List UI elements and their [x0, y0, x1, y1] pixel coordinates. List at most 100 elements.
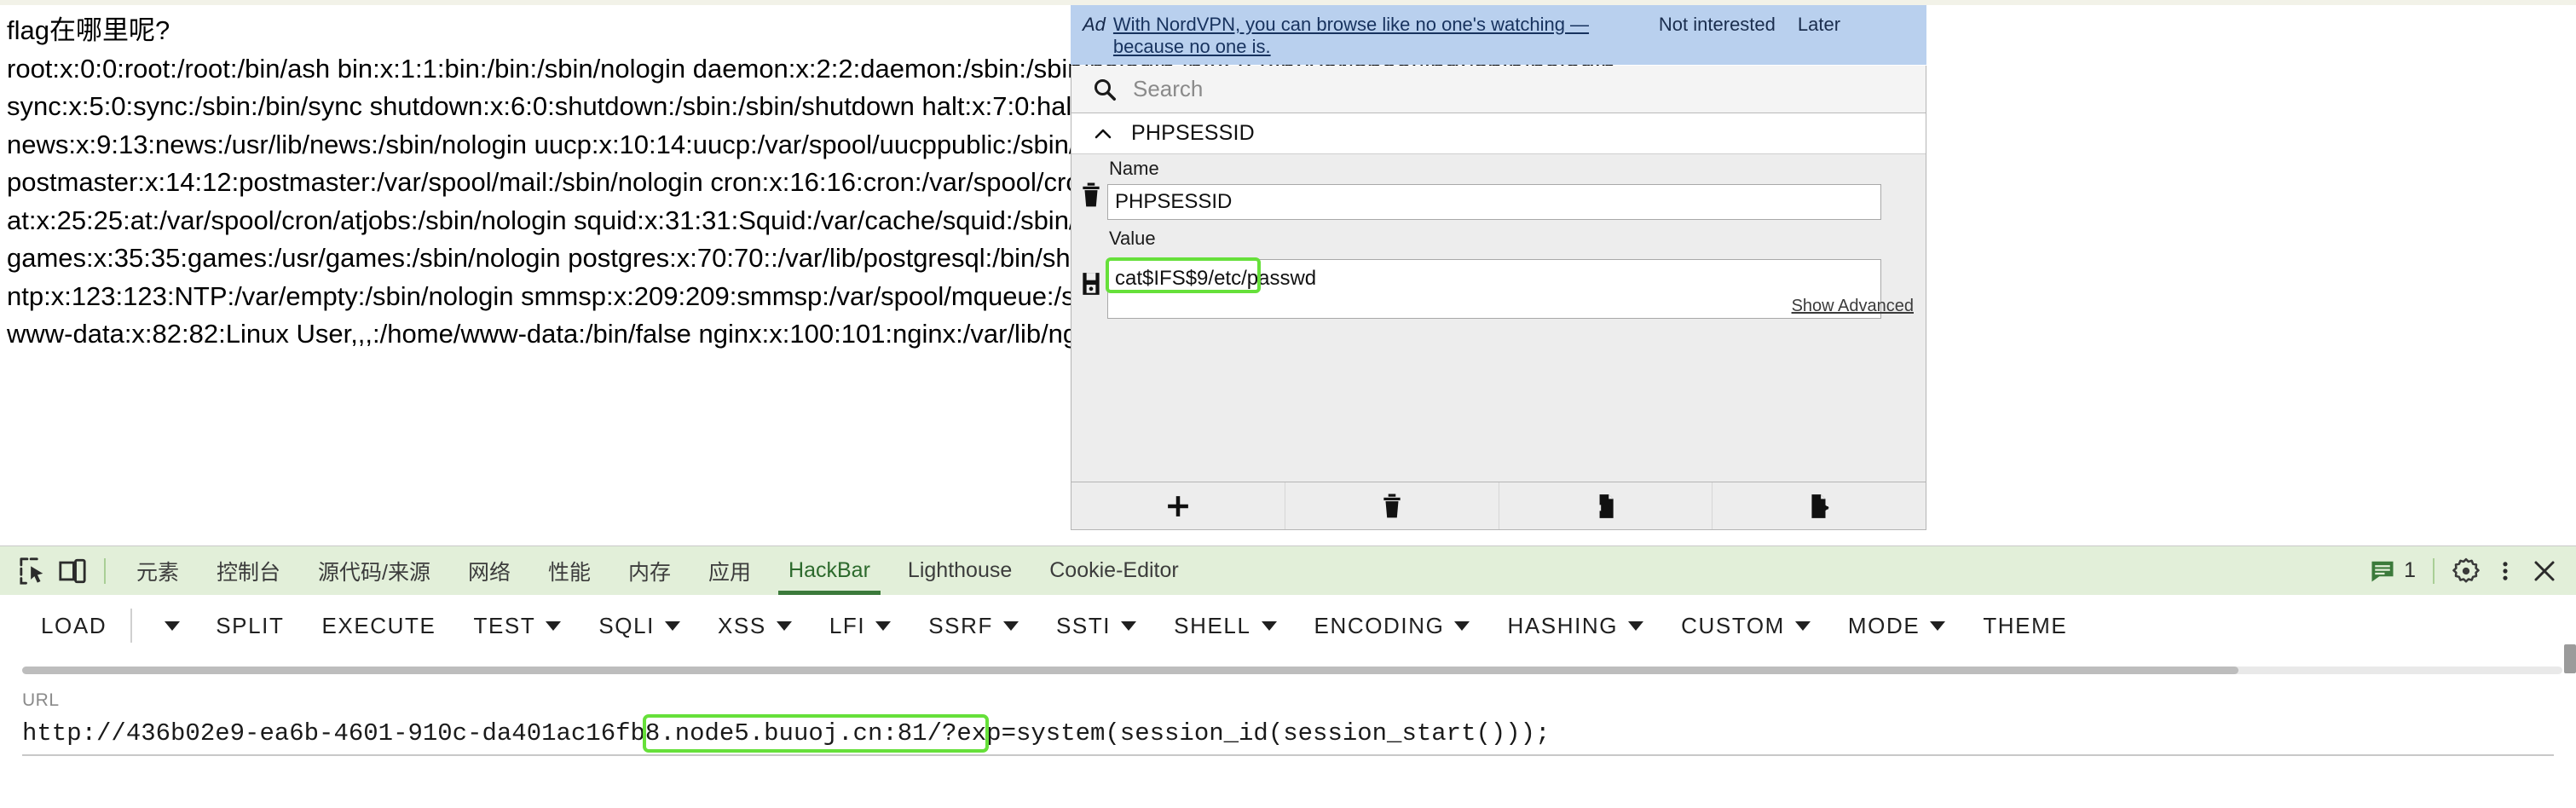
hb-custom-button[interactable]: CUSTOM: [1662, 603, 1829, 648]
add-cookie-button[interactable]: [1071, 482, 1285, 529]
inspect-element-button[interactable]: [14, 551, 53, 591]
export-icon: [1811, 493, 1829, 518]
kebab-menu-icon: [2503, 561, 2508, 580]
cookie-list-item-phpsessid[interactable]: PHPSESSID: [1071, 113, 1926, 154]
cookie-name-input[interactable]: [1107, 184, 1881, 220]
hackbar-toolbar-scrollbar[interactable]: [22, 667, 2562, 674]
hb-sqli-button[interactable]: SQLI: [580, 603, 699, 648]
search-input[interactable]: [1133, 72, 1926, 107]
tab-network[interactable]: 网络: [449, 546, 529, 595]
device-toggle-icon: [59, 558, 86, 583]
show-advanced-link[interactable]: Show Advanced: [1792, 297, 1914, 316]
chevron-down-icon: [546, 620, 562, 631]
search-icon: [1094, 78, 1116, 101]
hb-shell-label: SHELL: [1174, 612, 1251, 638]
hb-ssti-label: SSTI: [1055, 612, 1112, 638]
cookie-detail-body: Name Value cat$IFS$9/etc/passwd Show Adv…: [1071, 154, 1926, 319]
close-devtools-button[interactable]: [2525, 551, 2564, 591]
devtools-tabbar-actions: 1: [2370, 546, 2564, 595]
chevron-up-icon: [1095, 129, 1112, 138]
hb-encoding-button[interactable]: ENCODING: [1296, 603, 1489, 648]
value-field-label: Value: [1109, 228, 1156, 249]
hb-custom-label: CUSTOM: [1681, 612, 1785, 638]
message-icon[interactable]: [2370, 558, 2395, 584]
tab-memory[interactable]: 内存: [609, 546, 690, 595]
chevron-down-icon: [1454, 620, 1470, 631]
more-options-button[interactable]: [2486, 551, 2525, 591]
export-cookies-button[interactable]: [1713, 482, 1926, 529]
tab-hackbar[interactable]: HackBar: [770, 546, 889, 595]
devtools-tabbar: 元素 控制台 源代码/来源 网络 性能 内存 应用 HackBar Lighth…: [0, 546, 2576, 595]
hb-test-button[interactable]: TEST: [454, 603, 580, 648]
nordvpn-ad-banner: Ad With NordVPN, you can browse like no …: [1071, 5, 1926, 65]
ad-not-interested-button[interactable]: Not interested: [1659, 14, 1776, 36]
url-input[interactable]: [22, 719, 2554, 756]
chevron-down-icon: [1002, 620, 1019, 631]
message-count: 1: [2404, 558, 2416, 582]
device-toolbar-button[interactable]: [53, 551, 92, 591]
tab-elements[interactable]: 元素: [118, 546, 198, 595]
hb-split-button[interactable]: SPLIT: [197, 603, 303, 648]
url-input-wrap: [22, 714, 2554, 760]
import-icon: [1595, 493, 1614, 518]
hb-execute-button[interactable]: EXECUTE: [303, 603, 454, 648]
gear-icon: [2452, 557, 2480, 583]
hackbar-url-section: URL: [22, 690, 2554, 760]
cookie-value-wrap: cat$IFS$9/etc/passwd: [1106, 257, 1892, 323]
hb-mode-label: MODE: [1847, 612, 1920, 638]
close-icon: [2534, 561, 2555, 580]
trash-icon[interactable]: [1080, 182, 1102, 208]
tab-cookie-editor[interactable]: Cookie-Editor: [1031, 546, 1197, 595]
chevron-down-icon: [776, 620, 792, 631]
hb-load-button[interactable]: LOAD: [22, 603, 125, 648]
hb-mode-button[interactable]: MODE: [1829, 603, 1964, 648]
tab-console[interactable]: 控制台: [198, 546, 299, 595]
ad-link[interactable]: With NordVPN, you can browse like no one…: [1113, 14, 1659, 58]
hb-encoding-label: ENCODING: [1314, 612, 1445, 638]
chevron-down-icon: [1930, 620, 1946, 631]
hb-ssrf-label: SSRF: [928, 612, 993, 638]
hb-shell-button[interactable]: SHELL: [1155, 603, 1295, 648]
hackbar-toolbar: LOAD SPLIT EXECUTE TEST SQLI XSS LFI SSR…: [0, 595, 2576, 656]
hb-hashing-label: HASHING: [1507, 612, 1619, 638]
hb-load-dropdown[interactable]: [137, 603, 197, 648]
tab-lighthouse[interactable]: Lighthouse: [889, 546, 1031, 595]
panel-scroll-nub[interactable]: [2564, 644, 2576, 673]
actions-divider: [2433, 557, 2434, 584]
import-cookies-button[interactable]: [1499, 482, 1713, 529]
ad-later-button[interactable]: Later: [1798, 14, 1840, 36]
cookie-editor-toolbar: [1071, 482, 1926, 529]
hb-ssti-button[interactable]: SSTI: [1037, 603, 1155, 648]
chevron-down-icon: [1121, 620, 1137, 631]
chevron-down-icon: [1261, 620, 1277, 631]
inspect-cursor-icon: [20, 557, 43, 585]
cookie-fields: Name Value cat$IFS$9/etc/passwd: [1106, 158, 1892, 323]
tab-sources[interactable]: 源代码/来源: [299, 546, 449, 595]
chevron-down-icon: [165, 620, 181, 631]
chevron-down-icon: [1628, 620, 1644, 631]
chevron-down-icon: [875, 620, 892, 631]
cookie-value-input[interactable]: cat$IFS$9/etc/passwd: [1107, 259, 1881, 319]
hb-xss-button[interactable]: XSS: [699, 603, 811, 648]
hb-ssrf-button[interactable]: SSRF: [910, 603, 1037, 648]
hb-xss-label: XSS: [717, 612, 766, 638]
hb-hashing-button[interactable]: HASHING: [1488, 603, 1662, 648]
settings-button[interactable]: [2446, 551, 2486, 591]
cookie-editor-popup: PHPSESSID Name Value cat$IFS$9/etc/passw…: [1071, 66, 1926, 530]
cookie-name-label: PHPSESSID: [1131, 121, 1255, 145]
tab-performance[interactable]: 性能: [529, 546, 609, 595]
delete-all-cookies-button[interactable]: [1285, 482, 1499, 529]
hb-test-label: TEST: [473, 612, 536, 638]
cookie-search-row: [1071, 66, 1926, 113]
hb-lfi-button[interactable]: LFI: [811, 603, 910, 648]
cookie-side-actions: [1071, 154, 1107, 316]
hb-lfi-label: LFI: [829, 612, 866, 638]
hb-theme-button[interactable]: THEME: [1964, 603, 2086, 648]
tab-application[interactable]: 应用: [690, 546, 770, 595]
tabbar-divider: [104, 557, 106, 584]
save-icon[interactable]: [1080, 271, 1102, 297]
hb-sqli-label: SQLI: [598, 612, 655, 638]
scrollbar-thumb[interactable]: [22, 667, 2238, 674]
devtools-panel: 元素 控制台 源代码/来源 网络 性能 内存 应用 HackBar Lighth…: [0, 545, 2576, 808]
hackbar-panel: LOAD SPLIT EXECUTE TEST SQLI XSS LFI SSR…: [0, 595, 2576, 808]
